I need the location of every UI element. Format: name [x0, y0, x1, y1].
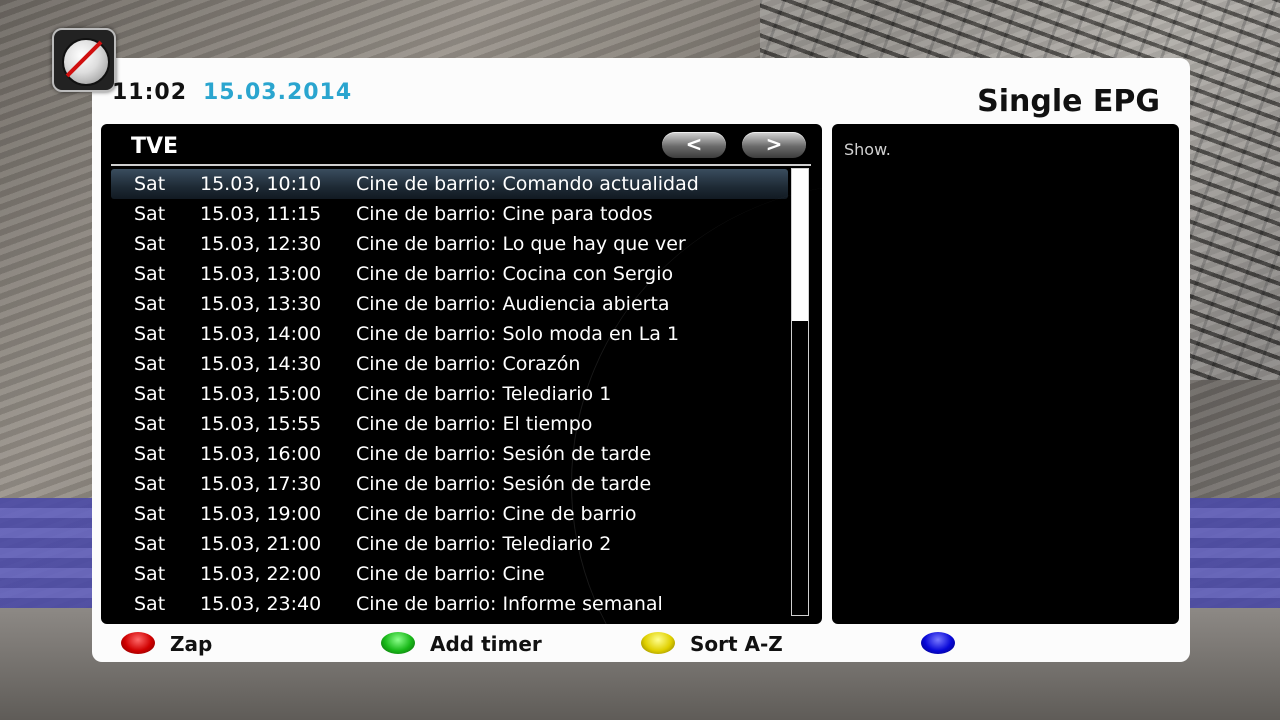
- zap-button-label[interactable]: Zap: [170, 632, 212, 656]
- event-title: Cine de barrio: Lo que hay que ver: [356, 233, 686, 255]
- event-datetime: 15.03, 15:55: [200, 413, 322, 435]
- event-row[interactable]: Sat 15.03, 10:10 Cine de barrio: Comando…: [111, 169, 788, 199]
- event-title: Cine de barrio: Solo moda en La 1: [356, 323, 680, 345]
- event-title: Cine de barrio: Cine: [356, 563, 545, 585]
- scrollbar-thumb[interactable]: [792, 169, 808, 321]
- event-title: Cine de barrio: Corazón: [356, 353, 581, 375]
- event-title: Cine de barrio: Sesión de tarde: [356, 443, 652, 465]
- event-day: Sat: [134, 473, 166, 495]
- logo-disc-icon: [62, 38, 110, 86]
- event-title: Cine de barrio: Audiencia abierta: [356, 293, 670, 315]
- event-list: Sat 15.03, 10:10 Cine de barrio: Comando…: [111, 169, 788, 619]
- event-description: Show.: [844, 140, 891, 159]
- event-row[interactable]: Sat 15.03, 13:30 Cine de barrio: Audienc…: [111, 289, 788, 319]
- event-title: Cine de barrio: Cine para todos: [356, 203, 653, 225]
- event-row[interactable]: Sat 15.03, 19:00 Cine de barrio: Cine de…: [111, 499, 788, 529]
- event-datetime: 15.03, 19:00: [200, 503, 322, 525]
- sort-button-label[interactable]: Sort A-Z: [690, 632, 783, 656]
- event-day: Sat: [134, 503, 166, 525]
- event-title: Cine de barrio: Cine de barrio: [356, 503, 637, 525]
- event-day: Sat: [134, 383, 166, 405]
- event-datetime: 15.03, 11:15: [200, 203, 322, 225]
- event-row[interactable]: Sat 15.03, 14:00 Cine de barrio: Solo mo…: [111, 319, 788, 349]
- next-channel-button[interactable]: >: [742, 132, 806, 158]
- event-row[interactable]: Sat 15.03, 15:00 Cine de barrio: Teledia…: [111, 379, 788, 409]
- event-row[interactable]: Sat 15.03, 13:00 Cine de barrio: Cocina …: [111, 259, 788, 289]
- event-datetime: 15.03, 17:30: [200, 473, 322, 495]
- header-divider: [111, 164, 811, 166]
- event-day: Sat: [134, 413, 166, 435]
- event-day: Sat: [134, 293, 166, 315]
- blue-button-icon[interactable]: [921, 632, 955, 654]
- event-datetime: 15.03, 15:00: [200, 383, 322, 405]
- event-datetime: 15.03, 13:30: [200, 293, 322, 315]
- event-datetime: 15.03, 12:30: [200, 233, 322, 255]
- green-button-icon[interactable]: [381, 632, 415, 654]
- event-title: Cine de barrio: Telediario 2: [356, 533, 612, 555]
- event-datetime: 15.03, 22:00: [200, 563, 322, 585]
- event-day: Sat: [134, 353, 166, 375]
- prev-channel-button[interactable]: <: [662, 132, 726, 158]
- event-row[interactable]: Sat 15.03, 12:30 Cine de barrio: Lo que …: [111, 229, 788, 259]
- event-day: Sat: [134, 173, 166, 195]
- event-title: Cine de barrio: Sesión de tarde: [356, 473, 652, 495]
- event-datetime: 15.03, 13:00: [200, 263, 322, 285]
- event-list-pane: TVE < > Sat 15.03, 10:10 Cine de barrio:…: [101, 124, 822, 624]
- event-row[interactable]: Sat 15.03, 17:30 Cine de barrio: Sesión …: [111, 469, 788, 499]
- event-day: Sat: [134, 233, 166, 255]
- event-row[interactable]: Sat 15.03, 14:30 Cine de barrio: Corazón: [111, 349, 788, 379]
- event-datetime: 15.03, 23:40: [200, 593, 322, 615]
- channel-name: TVE: [131, 134, 179, 159]
- yellow-button-icon[interactable]: [641, 632, 675, 654]
- event-datetime: 15.03, 10:10: [200, 173, 322, 195]
- current-date: 15.03.2014: [203, 80, 353, 105]
- event-day: Sat: [134, 323, 166, 345]
- event-row[interactable]: Sat 15.03, 16:00 Cine de barrio: Sesión …: [111, 439, 788, 469]
- event-row[interactable]: Sat 15.03, 22:00 Cine de barrio: Cine: [111, 559, 788, 589]
- event-datetime: 15.03, 21:00: [200, 533, 322, 555]
- event-day: Sat: [134, 203, 166, 225]
- event-datetime: 15.03, 14:00: [200, 323, 322, 345]
- event-row[interactable]: Sat 15.03, 23:40 Cine de barrio: Informe…: [111, 589, 788, 619]
- page-title: Single EPG: [977, 84, 1160, 119]
- event-day: Sat: [134, 263, 166, 285]
- event-title: Cine de barrio: Cocina con Sergio: [356, 263, 674, 285]
- event-title: Cine de barrio: Comando actualidad: [356, 173, 699, 195]
- event-row[interactable]: Sat 15.03, 15:55 Cine de barrio: El tiem…: [111, 409, 788, 439]
- event-datetime: 15.03, 14:30: [200, 353, 322, 375]
- event-title: Cine de barrio: Informe semanal: [356, 593, 663, 615]
- channel-logo: [52, 28, 116, 92]
- event-list-scrollbar[interactable]: [791, 168, 809, 616]
- description-pane: Show.: [832, 124, 1179, 624]
- event-day: Sat: [134, 533, 166, 555]
- event-day: Sat: [134, 593, 166, 615]
- event-row[interactable]: Sat 15.03, 21:00 Cine de barrio: Teledia…: [111, 529, 788, 559]
- event-title: Cine de barrio: Telediario 1: [356, 383, 612, 405]
- clock-time: 11:02: [112, 80, 188, 105]
- event-datetime: 15.03, 16:00: [200, 443, 322, 465]
- event-title: Cine de barrio: El tiempo: [356, 413, 593, 435]
- event-day: Sat: [134, 563, 166, 585]
- event-row[interactable]: Sat 15.03, 11:15 Cine de barrio: Cine pa…: [111, 199, 788, 229]
- add-timer-button-label[interactable]: Add timer: [430, 632, 542, 656]
- event-day: Sat: [134, 443, 166, 465]
- red-button-icon[interactable]: [121, 632, 155, 654]
